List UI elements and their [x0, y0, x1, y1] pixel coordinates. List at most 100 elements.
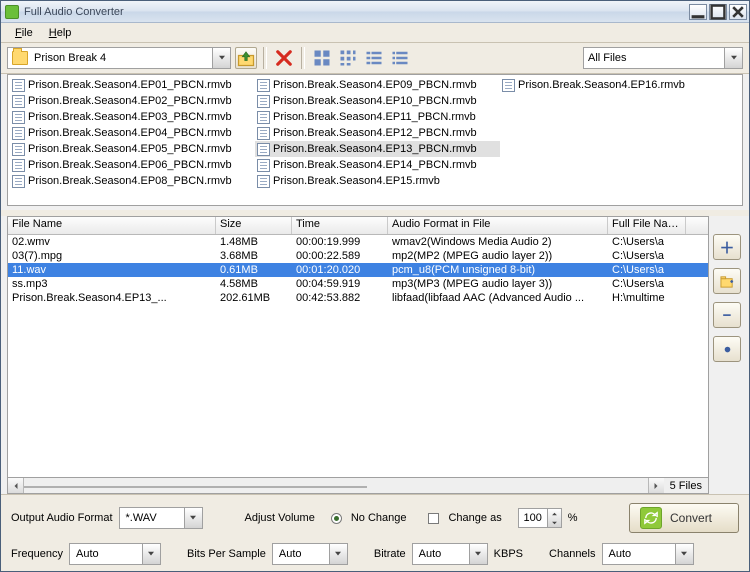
col-header-size[interactable]: Size: [216, 217, 292, 234]
cell-size: 202.61MB: [216, 291, 292, 305]
browser-file-name: Prison.Break.Season4.EP08_PBCN.rmvb: [28, 175, 232, 187]
hscroll-left[interactable]: [8, 478, 24, 493]
maximize-button[interactable]: [709, 4, 727, 20]
output-format-label: Output Audio Format: [11, 512, 113, 524]
col-header-path[interactable]: Full File Name: [608, 217, 686, 234]
browser-file-name: Prison.Break.Season4.EP15.rmvb: [273, 175, 440, 187]
output-format-combo[interactable]: *.WAV: [119, 507, 203, 529]
browser-file-item[interactable]: Prison.Break.Season4.EP16.rmvb: [500, 77, 743, 93]
table-row[interactable]: 03(7).mpg3.68MB00:00:22.589mp2(MP2 (MPEG…: [8, 249, 708, 263]
bits-arrow[interactable]: [329, 544, 347, 564]
col-header-format[interactable]: Audio Format in File: [388, 217, 608, 234]
hscroll-thumb[interactable]: [24, 486, 367, 488]
browser-file-item[interactable]: Prison.Break.Season4.EP09_PBCN.rmvb: [255, 77, 500, 93]
convert-button[interactable]: Convert: [629, 503, 739, 533]
browser-file-item[interactable]: Prison.Break.Season4.EP02_PBCN.rmvb: [10, 93, 255, 109]
menu-file[interactable]: File: [7, 25, 41, 41]
video-file-icon: [12, 143, 25, 156]
adjust-volume-label: Adjust Volume: [245, 512, 315, 524]
browser-file-item[interactable]: Prison.Break.Season4.EP10_PBCN.rmvb: [255, 93, 500, 109]
hscroll-right[interactable]: [648, 478, 664, 493]
browser-file-item[interactable]: Prison.Break.Season4.EP08_PBCN.rmvb: [10, 173, 255, 189]
col-header-time[interactable]: Time: [292, 217, 388, 234]
change-as-label: Change as: [448, 512, 501, 524]
spin-up[interactable]: [548, 509, 561, 518]
file-filter-arrow[interactable]: [724, 48, 742, 68]
no-change-label: No Change: [351, 512, 407, 524]
browser-file-item[interactable]: Prison.Break.Season4.EP01_PBCN.rmvb: [10, 77, 255, 93]
file-filter-dropdown[interactable]: All Files: [583, 47, 743, 69]
browser-file-item[interactable]: Prison.Break.Season4.EP05_PBCN.rmvb: [10, 141, 255, 157]
view-details-button[interactable]: [389, 47, 411, 69]
browser-file-name: Prison.Break.Season4.EP09_PBCN.rmvb: [273, 79, 477, 91]
percent-label: %: [568, 512, 578, 524]
close-button[interactable]: [729, 4, 747, 20]
clear-list-button[interactable]: [713, 336, 741, 362]
spin-down[interactable]: [548, 518, 561, 527]
cell-path: C:\Users\a: [608, 249, 686, 263]
browser-file-item[interactable]: Prison.Break.Season4.EP15.rmvb: [255, 173, 500, 189]
menu-help[interactable]: Help: [41, 25, 80, 41]
bottom-panel: Output Audio Format *.WAV Adjust Volume …: [1, 494, 749, 571]
add-file-button[interactable]: ＋: [713, 234, 741, 260]
up-folder-button[interactable]: [235, 47, 257, 69]
table-row[interactable]: ss.mp34.58MB00:04:59.919mp3(MP3 (MPEG au…: [8, 277, 708, 291]
grid-header: File Name Size Time Audio Format in File…: [8, 217, 708, 235]
bitrate-combo[interactable]: Auto: [412, 543, 488, 565]
bits-combo[interactable]: Auto: [272, 543, 348, 565]
channels-arrow[interactable]: [675, 544, 693, 564]
table-row[interactable]: Prison.Break.Season4.EP13_...202.61MB00:…: [8, 291, 708, 305]
browser-file-item[interactable]: Prison.Break.Season4.EP04_PBCN.rmvb: [10, 125, 255, 141]
remove-file-button[interactable]: −: [713, 302, 741, 328]
add-folder-button[interactable]: [713, 268, 741, 294]
minimize-button[interactable]: [689, 4, 707, 20]
output-format-arrow[interactable]: [184, 508, 202, 528]
output-format-value: *.WAV: [120, 512, 184, 524]
browser-file-name: Prison.Break.Season4.EP12_PBCN.rmvb: [273, 127, 477, 139]
cell-name: 11.wav: [8, 263, 216, 277]
view-small-icons-button[interactable]: [337, 47, 359, 69]
file-browser[interactable]: Prison.Break.Season4.EP01_PBCN.rmvb Priso…: [7, 74, 743, 206]
volume-percent-spinner[interactable]: 100: [518, 508, 562, 528]
browser-file-name: Prison.Break.Season4.EP03_PBCN.rmvb: [28, 111, 232, 123]
frequency-arrow[interactable]: [142, 544, 160, 564]
browser-file-item[interactable]: Prison.Break.Season4.EP11_PBCN.rmvb: [255, 109, 500, 125]
file-grid[interactable]: File Name Size Time Audio Format in File…: [7, 216, 709, 478]
bitrate-arrow[interactable]: [469, 544, 487, 564]
bits-value: Auto: [273, 548, 329, 560]
browser-file-name: Prison.Break.Season4.EP11_PBCN.rmvb: [273, 111, 476, 123]
no-change-radio[interactable]: [331, 513, 342, 524]
cell-path: H:\multime: [608, 291, 686, 305]
browser-file-name: Prison.Break.Season4.EP05_PBCN.rmvb: [28, 143, 232, 155]
channels-combo[interactable]: Auto: [602, 543, 694, 565]
browser-file-item[interactable]: Prison.Break.Season4.EP14_PBCN.rmvb: [255, 157, 500, 173]
browser-file-name: Prison.Break.Season4.EP01_PBCN.rmvb: [28, 79, 232, 91]
cell-path: C:\Users\a: [608, 277, 686, 291]
bitrate-unit: KBPS: [494, 548, 523, 560]
file-count: 5 Files: [664, 480, 708, 492]
browser-file-name: Prison.Break.Season4.EP04_PBCN.rmvb: [28, 127, 232, 139]
col-header-name[interactable]: File Name: [8, 217, 216, 234]
view-large-icons-button[interactable]: [311, 47, 333, 69]
frequency-combo[interactable]: Auto: [69, 543, 161, 565]
bits-label: Bits Per Sample: [187, 548, 266, 560]
browser-file-item[interactable]: Prison.Break.Season4.EP03_PBCN.rmvb: [10, 109, 255, 125]
cell-time: 00:00:19.999: [292, 235, 388, 249]
browser-file-item[interactable]: Prison.Break.Season4.EP13_PBCN.rmvb: [255, 141, 500, 157]
video-file-icon: [257, 143, 270, 156]
delete-button[interactable]: [273, 47, 295, 69]
view-list-button[interactable]: [363, 47, 385, 69]
browser-file-name: Prison.Break.Season4.EP16.rmvb: [518, 79, 685, 91]
cell-fmt: mp3(MP3 (MPEG audio layer 3)): [388, 277, 608, 291]
cell-time: 00:01:20.020: [292, 263, 388, 277]
folder-icon: [12, 51, 28, 65]
video-file-icon: [12, 127, 25, 140]
table-row[interactable]: 11.wav0.61MB00:01:20.020pcm_u8(PCM unsig…: [8, 263, 708, 277]
browser-file-item[interactable]: Prison.Break.Season4.EP12_PBCN.rmvb: [255, 125, 500, 141]
table-row[interactable]: 02.wmv1.48MB00:00:19.999wmav2(Windows Me…: [8, 235, 708, 249]
folder-dropdown-arrow[interactable]: [212, 48, 230, 68]
browser-file-name: Prison.Break.Season4.EP13_PBCN.rmvb: [273, 143, 477, 155]
change-as-checkbox[interactable]: [428, 513, 439, 524]
browser-file-item[interactable]: Prison.Break.Season4.EP06_PBCN.rmvb: [10, 157, 255, 173]
current-folder-dropdown[interactable]: Prison Break 4: [7, 47, 231, 69]
